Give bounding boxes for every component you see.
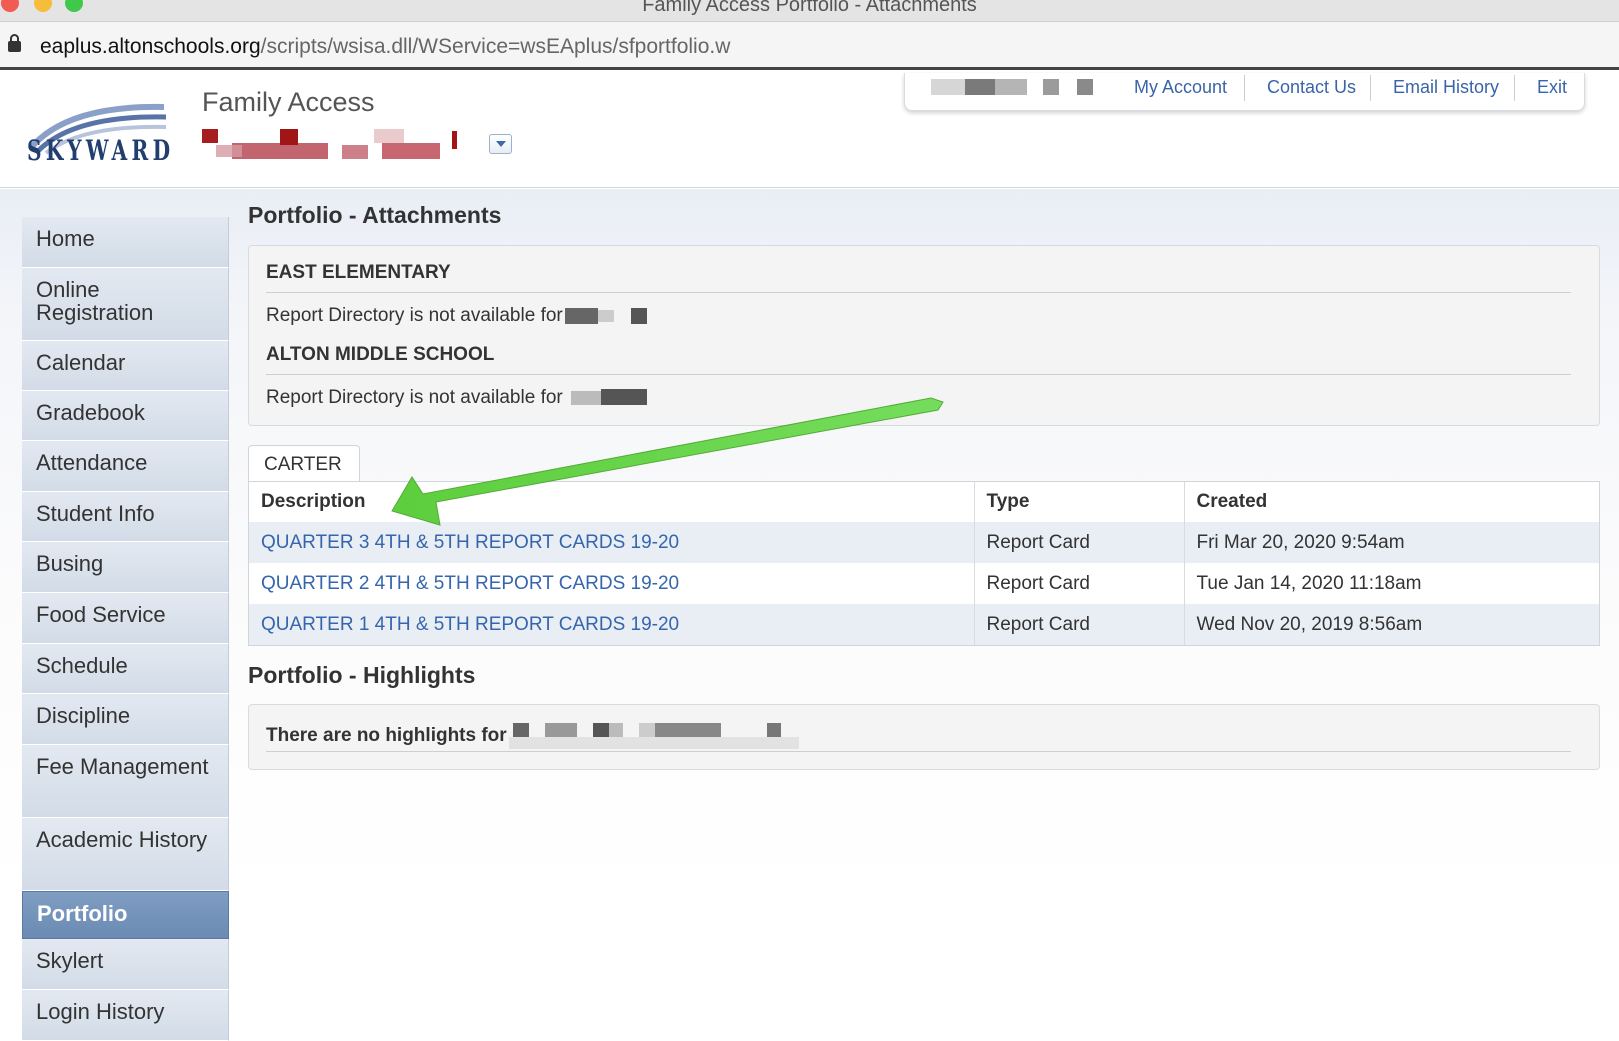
- address-bar[interactable]: eaplus.altonschools.org/scripts/wsisa.dl…: [0, 22, 1619, 70]
- nav-separator: [1514, 75, 1515, 101]
- table-row: QUARTER 1 4TH & 5TH REPORT CARDS 19-20 R…: [249, 604, 1599, 645]
- sidebar-nav: Home Online Registration Calendar Gradeb…: [22, 217, 229, 1041]
- redacted-name: [508, 723, 799, 749]
- sidebar-item-academic-history[interactable]: Academic History: [22, 818, 229, 891]
- divider: [266, 751, 1571, 752]
- redacted-student-name: [202, 129, 457, 159]
- school-name-east: EAST ELEMENTARY: [266, 262, 451, 283]
- row-type: Report Card: [974, 604, 1185, 645]
- url-path: /scripts/wsisa.dll/WService=wsEAplus/sfp…: [260, 35, 731, 58]
- sidebar-item-portfolio[interactable]: Portfolio: [22, 891, 229, 939]
- sidebar-item-fee-management[interactable]: Fee Management: [22, 745, 229, 818]
- row-type: Report Card: [974, 563, 1185, 604]
- divider: [266, 292, 1571, 293]
- my-account-link[interactable]: My Account: [1134, 77, 1227, 98]
- redacted-name: [570, 388, 647, 405]
- table-row: QUARTER 2 4TH & 5TH REPORT CARDS 19-20 R…: [249, 563, 1599, 604]
- sidebar-item-schedule[interactable]: Schedule: [22, 644, 229, 694]
- page-header: SKYWARD Family Access My Account Contact…: [0, 73, 1619, 188]
- redacted-name: [564, 307, 647, 324]
- sidebar-item-gradebook[interactable]: Gradebook: [22, 391, 229, 441]
- redacted-user-name: [931, 79, 1093, 95]
- attachments-table: Description Type Created QUARTER 3 4TH &…: [248, 481, 1600, 646]
- row-created: Fri Mar 20, 2020 9:54am: [1184, 522, 1599, 563]
- school-message-text: Report Directory is not available for: [266, 387, 563, 408]
- column-header-type[interactable]: Type: [974, 482, 1185, 522]
- school-report-panel: EAST ELEMENTARY Report Directory is not …: [248, 245, 1600, 426]
- student-select-dropdown[interactable]: [489, 134, 512, 154]
- sidebar-item-calendar[interactable]: Calendar: [22, 341, 229, 391]
- nav-separator: [1370, 75, 1371, 101]
- window-title: Family Access Portfolio - Attachments: [642, 0, 977, 16]
- window-titlebar: Family Access Portfolio - Attachments: [0, 0, 1619, 22]
- sidebar-item-home[interactable]: Home: [22, 217, 229, 268]
- url-host: eaplus.altonschools.org: [40, 35, 261, 58]
- table-row: QUARTER 3 4TH & 5TH REPORT CARDS 19-20 R…: [249, 522, 1599, 563]
- divider: [266, 374, 1571, 375]
- tab-student-carter[interactable]: CARTER: [248, 445, 360, 482]
- table-header-row: Description Type Created: [249, 482, 1599, 522]
- sidebar-item-online-registration[interactable]: Online Registration: [22, 268, 229, 341]
- school-message-east: Report Directory is not available for: [266, 305, 655, 327]
- highlights-title: Portfolio - Highlights: [248, 662, 476, 688]
- column-header-description[interactable]: Description: [249, 482, 975, 522]
- lock-icon: [8, 34, 21, 52]
- sidebar-item-busing[interactable]: Busing: [22, 542, 229, 593]
- row-created: Tue Jan 14, 2020 11:18am: [1184, 563, 1599, 604]
- row-created: Wed Nov 20, 2019 8:56am: [1184, 604, 1599, 645]
- sidebar-item-food-service[interactable]: Food Service: [22, 593, 229, 644]
- highlights-panel: There are no highlights for: [248, 704, 1600, 770]
- sidebar-item-skylert[interactable]: Skylert: [22, 939, 229, 990]
- sidebar-item-attendance[interactable]: Attendance: [22, 441, 229, 492]
- sidebar-item-student-info[interactable]: Student Info: [22, 492, 229, 542]
- top-navigation: My Account Contact Us Email History Exit: [904, 73, 1585, 111]
- sidebar-item-discipline[interactable]: Discipline: [22, 694, 229, 745]
- school-message-middle: Report Directory is not available for: [266, 387, 655, 409]
- report-link[interactable]: QUARTER 1 4TH & 5TH REPORT CARDS 19-20: [249, 604, 975, 645]
- sidebar-item-login-history[interactable]: Login History: [22, 990, 229, 1041]
- school-name-middle: ALTON MIDDLE SCHOOL: [266, 344, 495, 365]
- highlights-message: There are no highlights for: [266, 721, 799, 751]
- attachments-title: Portfolio - Attachments: [248, 202, 502, 228]
- exit-link[interactable]: Exit: [1537, 77, 1567, 98]
- column-header-created[interactable]: Created: [1184, 482, 1599, 522]
- school-message-text: Report Directory is not available for: [266, 305, 563, 326]
- report-link[interactable]: QUARTER 3 4TH & 5TH REPORT CARDS 19-20: [249, 522, 975, 563]
- logo-wordmark: SKYWARD: [27, 134, 175, 167]
- email-history-link[interactable]: Email History: [1393, 77, 1499, 98]
- row-type: Report Card: [974, 522, 1185, 563]
- url-text[interactable]: eaplus.altonschools.org/scripts/wsisa.dl…: [40, 35, 730, 59]
- contact-us-link[interactable]: Contact Us: [1267, 77, 1356, 98]
- app-title: Family Access: [202, 87, 375, 117]
- highlights-message-text: There are no highlights for: [266, 725, 507, 747]
- nav-separator: [1244, 75, 1245, 101]
- report-link[interactable]: QUARTER 2 4TH & 5TH REPORT CARDS 19-20: [249, 563, 975, 604]
